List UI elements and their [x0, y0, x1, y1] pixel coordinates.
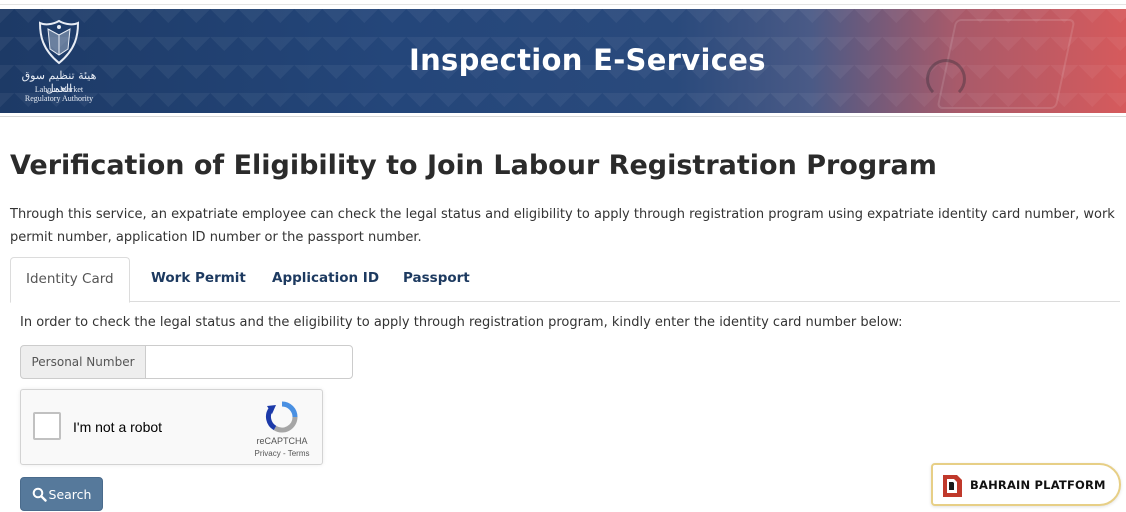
- personal-number-input[interactable]: [145, 345, 353, 379]
- headset-graphic: [926, 59, 966, 99]
- recaptcha-label: I'm not a robot: [73, 419, 163, 435]
- top-rule: [0, 4, 1126, 5]
- search-icon: [32, 487, 47, 502]
- tab-work-permit[interactable]: Work Permit: [136, 257, 261, 302]
- recaptcha-links[interactable]: Privacy - Terms: [243, 449, 321, 458]
- recaptcha-checkbox[interactable]: [33, 412, 61, 440]
- recaptcha-widget: I'm not a robot reCAPTCHA Privacy - Term…: [20, 389, 323, 465]
- bahrain-platform-logo-icon: [943, 475, 962, 497]
- tab-bar: Identity Card Work Permit Application ID…: [10, 257, 1120, 303]
- bahrain-platform-label: BAHRAIN PLATFORM: [970, 478, 1106, 492]
- search-button-label: Search: [48, 486, 92, 502]
- logo-english-line1: Labour Market: [34, 85, 84, 94]
- tab-passport[interactable]: Passport: [388, 257, 485, 302]
- page-title: Verification of Eligibility to Join Labo…: [10, 150, 937, 181]
- personal-number-label: Personal Number: [20, 345, 146, 379]
- emblem-icon: [38, 19, 80, 65]
- logo-english-line2: Regulatory Authority: [24, 94, 94, 103]
- personal-number-group: Personal Number: [20, 345, 353, 379]
- lmra-logo[interactable]: هيئة تنظيم سوق العمل Labour Market Regul…: [14, 19, 104, 111]
- bahrain-platform-badge: BAHRAIN PLATFORM: [931, 463, 1121, 506]
- intro-text: Through this service, an expatriate empl…: [10, 207, 1115, 245]
- recaptcha-brand: reCAPTCHA: [256, 436, 308, 446]
- logo-english-text: Labour Market Regulatory Authority: [14, 85, 104, 103]
- tab-identity-card[interactable]: Identity Card: [10, 257, 130, 303]
- banner-title: Inspection E-Services: [409, 43, 766, 77]
- header-banner: هيئة تنظيم سوق العمل Labour Market Regul…: [0, 9, 1126, 113]
- banner-bottom-rule: [0, 116, 1126, 117]
- recaptcha-logo-icon: [265, 401, 298, 433]
- search-button[interactable]: Search: [20, 477, 103, 511]
- instruction-text: In order to check the legal status and t…: [20, 315, 903, 330]
- tab-application-id[interactable]: Application ID: [257, 257, 394, 302]
